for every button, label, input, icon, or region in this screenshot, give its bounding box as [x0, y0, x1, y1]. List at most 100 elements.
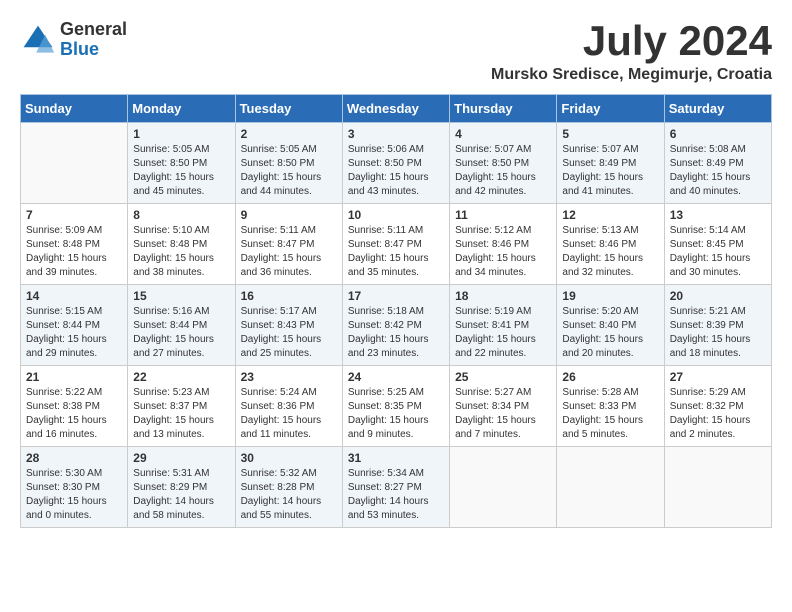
cell-content: Sunrise: 5:17 AM Sunset: 8:43 PM Dayligh… [241, 305, 337, 361]
day-number: 29 [133, 451, 229, 465]
day-number: 19 [562, 289, 658, 303]
calendar-cell: 3 Sunrise: 5:06 AM Sunset: 8:50 PM Daylig… [342, 123, 449, 204]
day-number: 2 [241, 127, 337, 141]
day-number: 18 [455, 289, 551, 303]
cell-content: Sunrise: 5:15 AM Sunset: 8:44 PM Dayligh… [26, 305, 122, 361]
day-number: 10 [348, 208, 444, 222]
logo-icon [20, 22, 56, 58]
day-number: 14 [26, 289, 122, 303]
day-number: 22 [133, 370, 229, 384]
cell-content: Sunrise: 5:07 AM Sunset: 8:50 PM Dayligh… [455, 143, 551, 199]
cell-content: Sunrise: 5:12 AM Sunset: 8:46 PM Dayligh… [455, 224, 551, 280]
cell-content: Sunrise: 5:29 AM Sunset: 8:32 PM Dayligh… [670, 386, 766, 442]
day-number: 5 [562, 127, 658, 141]
calendar-cell: 23 Sunrise: 5:24 AM Sunset: 8:36 PM Dayli… [235, 366, 342, 447]
cell-content: Sunrise: 5:09 AM Sunset: 8:48 PM Dayligh… [26, 224, 122, 280]
cell-content: Sunrise: 5:19 AM Sunset: 8:41 PM Dayligh… [455, 305, 551, 361]
cell-content: Sunrise: 5:28 AM Sunset: 8:33 PM Dayligh… [562, 386, 658, 442]
cell-content: Sunrise: 5:31 AM Sunset: 8:29 PM Dayligh… [133, 467, 229, 523]
cell-content: Sunrise: 5:24 AM Sunset: 8:36 PM Dayligh… [241, 386, 337, 442]
cell-content: Sunrise: 5:22 AM Sunset: 8:38 PM Dayligh… [26, 386, 122, 442]
cell-content: Sunrise: 5:08 AM Sunset: 8:49 PM Dayligh… [670, 143, 766, 199]
calendar-cell: 19Sunrise: 5:20 AM Sunset: 8:40 PM Dayli… [557, 285, 664, 366]
calendar-cell: 22 Sunrise: 5:23 AM Sunset: 8:37 PM Dayli… [128, 366, 235, 447]
cell-content: Sunrise: 5:27 AM Sunset: 8:34 PM Dayligh… [455, 386, 551, 442]
calendar-cell: 31 Sunrise: 5:34 AM Sunset: 8:27 PM Dayli… [342, 447, 449, 528]
cell-content: Sunrise: 5:14 AM Sunset: 8:45 PM Dayligh… [670, 224, 766, 280]
cell-content: Sunrise: 5:30 AM Sunset: 8:30 PM Dayligh… [26, 467, 122, 523]
calendar-cell: 28 Sunrise: 5:30 AM Sunset: 8:30 PM Dayli… [21, 447, 128, 528]
calendar-cell: 2 Sunrise: 5:05 AM Sunset: 8:50 PM Daylig… [235, 123, 342, 204]
day-number: 27 [670, 370, 766, 384]
calendar-cell [557, 447, 664, 528]
weekday-header: Sunday [21, 95, 128, 123]
calendar-cell: 21 Sunrise: 5:22 AM Sunset: 8:38 PM Dayli… [21, 366, 128, 447]
weekday-header: Friday [557, 95, 664, 123]
calendar-cell: 17 Sunrise: 5:18 AM Sunset: 8:42 PM Dayli… [342, 285, 449, 366]
cell-content: Sunrise: 5:34 AM Sunset: 8:27 PM Dayligh… [348, 467, 444, 523]
calendar-cell: 6 Sunrise: 5:08 AM Sunset: 8:49 PM Daylig… [664, 123, 771, 204]
calendar-cell: 18 Sunrise: 5:19 AM Sunset: 8:41 PM Dayli… [450, 285, 557, 366]
calendar-cell: 26 Sunrise: 5:28 AM Sunset: 8:33 PM Dayli… [557, 366, 664, 447]
calendar-cell: 27 Sunrise: 5:29 AM Sunset: 8:32 PM Dayli… [664, 366, 771, 447]
day-number: 8 [133, 208, 229, 222]
day-number: 30 [241, 451, 337, 465]
calendar-cell: 11 Sunrise: 5:12 AM Sunset: 8:46 PM Dayli… [450, 204, 557, 285]
cell-content: Sunrise: 5:13 AM Sunset: 8:46 PM Dayligh… [562, 224, 658, 280]
day-number: 20 [670, 289, 766, 303]
day-number: 21 [26, 370, 122, 384]
day-number: 23 [241, 370, 337, 384]
weekday-header: Thursday [450, 95, 557, 123]
day-number: 26 [562, 370, 658, 384]
day-number: 24 [348, 370, 444, 384]
calendar-cell: 1Sunrise: 5:05 AM Sunset: 8:50 PM Daylig… [128, 123, 235, 204]
cell-content: Sunrise: 5:10 AM Sunset: 8:48 PM Dayligh… [133, 224, 229, 280]
cell-content: Sunrise: 5:21 AM Sunset: 8:39 PM Dayligh… [670, 305, 766, 361]
calendar-cell: 7 Sunrise: 5:09 AM Sunset: 8:48 PM Daylig… [21, 204, 128, 285]
day-number: 25 [455, 370, 551, 384]
cell-content: Sunrise: 5:05 AM Sunset: 8:50 PM Dayligh… [241, 143, 337, 199]
day-number: 3 [348, 127, 444, 141]
day-number: 28 [26, 451, 122, 465]
day-number: 17 [348, 289, 444, 303]
calendar-cell: 10 Sunrise: 5:11 AM Sunset: 8:47 PM Dayli… [342, 204, 449, 285]
cell-content: Sunrise: 5:32 AM Sunset: 8:28 PM Dayligh… [241, 467, 337, 523]
day-number: 11 [455, 208, 551, 222]
calendar-cell: 29 Sunrise: 5:31 AM Sunset: 8:29 PM Dayli… [128, 447, 235, 528]
calendar-cell: 4 Sunrise: 5:07 AM Sunset: 8:50 PM Daylig… [450, 123, 557, 204]
day-number: 31 [348, 451, 444, 465]
calendar-cell: 24 Sunrise: 5:25 AM Sunset: 8:35 PM Dayli… [342, 366, 449, 447]
calendar-cell [664, 447, 771, 528]
calendar-cell: 14 Sunrise: 5:15 AM Sunset: 8:44 PM Dayli… [21, 285, 128, 366]
cell-content: Sunrise: 5:06 AM Sunset: 8:50 PM Dayligh… [348, 143, 444, 199]
calendar-week-row: 21 Sunrise: 5:22 AM Sunset: 8:38 PM Dayli… [21, 366, 772, 447]
calendar-header: SundayMondayTuesdayWednesdayThursdayFrid… [21, 95, 772, 123]
calendar-week-row: 7 Sunrise: 5:09 AM Sunset: 8:48 PM Daylig… [21, 204, 772, 285]
calendar-cell: 30 Sunrise: 5:32 AM Sunset: 8:28 PM Dayli… [235, 447, 342, 528]
calendar-cell: 15Sunrise: 5:16 AM Sunset: 8:44 PM Dayli… [128, 285, 235, 366]
cell-content: Sunrise: 5:23 AM Sunset: 8:37 PM Dayligh… [133, 386, 229, 442]
day-number: 16 [241, 289, 337, 303]
day-number: 6 [670, 127, 766, 141]
calendar-title: July 2024 [491, 20, 772, 62]
cell-content: Sunrise: 5:25 AM Sunset: 8:35 PM Dayligh… [348, 386, 444, 442]
day-number: 12 [562, 208, 658, 222]
weekday-header: Monday [128, 95, 235, 123]
calendar-cell: 13Sunrise: 5:14 AM Sunset: 8:45 PM Dayli… [664, 204, 771, 285]
cell-content: Sunrise: 5:11 AM Sunset: 8:47 PM Dayligh… [241, 224, 337, 280]
calendar-table: SundayMondayTuesdayWednesdayThursdayFrid… [20, 94, 772, 528]
cell-content: Sunrise: 5:07 AM Sunset: 8:49 PM Dayligh… [562, 143, 658, 199]
day-number: 4 [455, 127, 551, 141]
calendar-cell [450, 447, 557, 528]
title-block: July 2024 Mursko Sredisce, Megimurje, Cr… [491, 20, 772, 84]
weekday-header: Wednesday [342, 95, 449, 123]
calendar-cell: 8 Sunrise: 5:10 AM Sunset: 8:48 PM Daylig… [128, 204, 235, 285]
calendar-cell: 16 Sunrise: 5:17 AM Sunset: 8:43 PM Dayli… [235, 285, 342, 366]
weekday-header: Saturday [664, 95, 771, 123]
calendar-cell: 25 Sunrise: 5:27 AM Sunset: 8:34 PM Dayli… [450, 366, 557, 447]
calendar-cell: 12 Sunrise: 5:13 AM Sunset: 8:46 PM Dayli… [557, 204, 664, 285]
calendar-cell: 5 Sunrise: 5:07 AM Sunset: 8:49 PM Daylig… [557, 123, 664, 204]
cell-content: Sunrise: 5:11 AM Sunset: 8:47 PM Dayligh… [348, 224, 444, 280]
day-number: 7 [26, 208, 122, 222]
cell-content: Sunrise: 5:18 AM Sunset: 8:42 PM Dayligh… [348, 305, 444, 361]
